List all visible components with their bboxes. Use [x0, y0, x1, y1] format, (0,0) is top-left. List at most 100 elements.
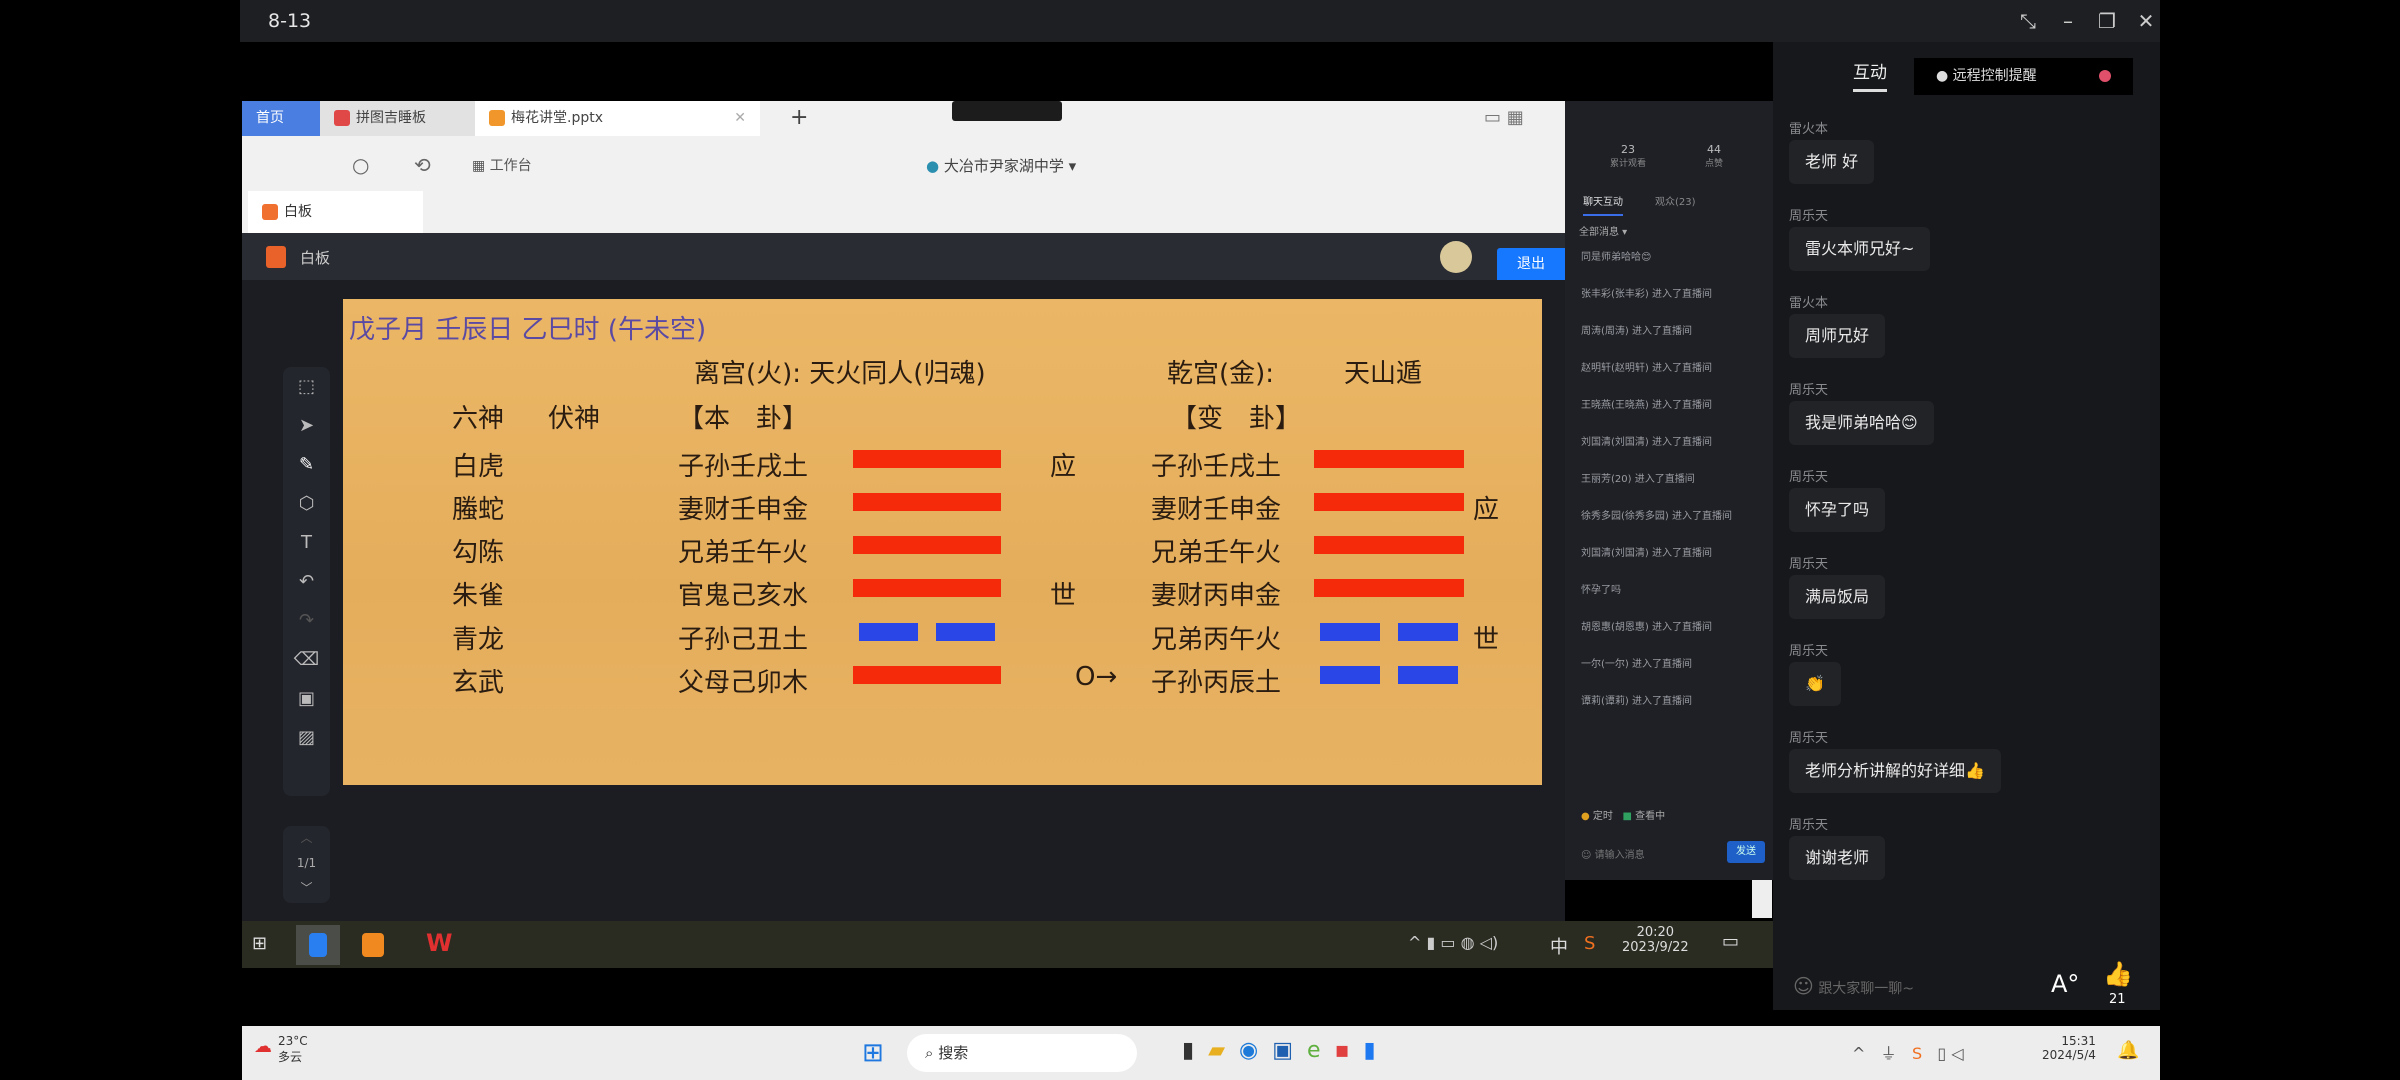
activity-item: 徐秀多园(徐秀多园) 进入了直播间	[1581, 511, 1732, 522]
app-icon[interactable]: ▪	[1335, 1038, 1350, 1063]
yang-line	[1314, 450, 1464, 468]
workspace-label: 工作台	[489, 158, 532, 174]
pen-icon[interactable]: ✎	[283, 445, 330, 484]
system-tray[interactable]: ^ ▮ ▭ ◍ ◁)	[1408, 933, 1498, 952]
avatar[interactable]	[1440, 241, 1472, 273]
notification-bell-icon[interactable]: 🔔	[2117, 1040, 2139, 1061]
wps-icon[interactable]: W	[426, 929, 452, 957]
ime-indicator[interactable]: 中	[1550, 933, 1568, 959]
task-view-icon[interactable]: ▮	[1182, 1038, 1194, 1063]
bian-yao: 兄弟壬午火	[1151, 538, 1282, 568]
slides-app-icon[interactable]	[362, 933, 384, 957]
close-tab-icon[interactable]: ✕	[734, 101, 746, 136]
undo-icon[interactable]: ↶	[283, 562, 330, 601]
remote-clock[interactable]: 20:20 2023/9/22	[1622, 925, 1689, 955]
whiteboard-tab[interactable]: 白板	[248, 191, 423, 233]
info-icon: ●	[1936, 68, 1949, 84]
tab-audience[interactable]: 观众(23)	[1655, 193, 1696, 208]
clock-time: 15:31	[2061, 1034, 2096, 1048]
activity-item: 赵明轩(赵明轩) 进入了直播间	[1581, 363, 1712, 374]
filter-dropdown[interactable]: 全部消息 ▾	[1579, 223, 1627, 238]
sogou-icon[interactable]: S	[1584, 933, 1595, 954]
redo-icon[interactable]: ↷	[283, 601, 330, 640]
shape-icon[interactable]: ⬚	[283, 367, 330, 406]
sender-name: 周乐天	[1789, 644, 1829, 659]
layout-icon[interactable]: ▭ ▦	[1484, 107, 1524, 128]
image-icon[interactable]: ▨	[283, 718, 330, 757]
col-fushen: 伏神	[548, 404, 601, 434]
send-button[interactable]: 发送	[1727, 841, 1765, 863]
new-tab-button[interactable]: +	[790, 105, 808, 130]
bian-yao: 兄弟丙午火	[1151, 625, 1282, 655]
select-icon[interactable]: ➤	[283, 406, 330, 445]
like-icon[interactable]: 👍	[2103, 960, 2133, 988]
yin-line-right	[936, 623, 995, 641]
activity-item: 怀孕了吗	[1581, 585, 1621, 596]
message-bubble: 老师 好	[1789, 140, 1875, 184]
yin-line-right	[1398, 623, 1458, 641]
input-placeholder: 请输入消息	[1594, 850, 1645, 861]
refresh-icon[interactable]: ○	[352, 153, 369, 177]
liushen: 玄武	[452, 668, 505, 698]
live-panel: 23 累计观看 44 点赞 聊天互动 观众(23) 全部消息 ▾ 同是师弟哈哈😊 张丰…	[1565, 101, 1773, 880]
weather-icon[interactable]: ☁	[254, 1036, 272, 1057]
chat-input[interactable]: ☺ 跟大家聊一聊~	[1793, 974, 1914, 998]
workspace-link[interactable]: ▦ 工作台	[472, 155, 532, 175]
tab-pptx[interactable]: 梅花讲堂.pptx ✕	[475, 101, 760, 136]
yang-line	[1314, 536, 1464, 554]
windows-start-icon[interactable]: ⊞	[252, 933, 267, 954]
minimize-icon[interactable]: –	[2055, 8, 2081, 34]
scrollbar[interactable]	[1752, 880, 1772, 918]
search-box[interactable]: ⌕ 搜索	[907, 1034, 1137, 1072]
slide-header: 戊子月 壬辰日 乙巳时 (午未空)	[349, 315, 707, 345]
clock-time: 20:20	[1636, 925, 1675, 940]
sender-name: 周乐天	[1789, 557, 1829, 572]
mid-chat-input[interactable]: ☺ 请输入消息	[1581, 846, 1645, 861]
remote-windows-taskbar: ⊞ W ^ ▮ ▭ ◍ ◁) 中 S 20:20 2023/9/22 ▭	[242, 921, 1773, 968]
bian-yao: 妻财丙申金	[1151, 581, 1282, 611]
clock[interactable]: 15:31 2024/5/4	[2042, 1034, 2096, 1062]
tab-chat[interactable]: 聊天互动	[1583, 193, 1623, 216]
ben-yao: 妻财壬申金	[678, 495, 809, 525]
next-page-icon[interactable]: ﹀	[283, 876, 330, 901]
restore-icon[interactable]: ❐	[2094, 8, 2120, 34]
text-icon[interactable]: T	[283, 523, 330, 562]
tab-home[interactable]: 首页	[242, 101, 320, 136]
exit-button[interactable]: 退出	[1497, 248, 1565, 280]
edge-icon[interactable]: ◉	[1239, 1038, 1258, 1063]
yang-line	[853, 666, 1001, 684]
app-browser-button[interactable]	[296, 925, 340, 965]
liushen: 青龙	[452, 625, 505, 655]
start-icon[interactable]: ⊞	[862, 1038, 884, 1068]
school-selector[interactable]: ● 大冶市尹家湖中学 ▾	[926, 155, 1076, 176]
emoji-icon[interactable]: ☺	[1793, 974, 1814, 998]
tab-whiteboard-app[interactable]: 拼图吉睡板	[320, 101, 475, 136]
font-size-button[interactable]: A°	[2051, 970, 2079, 998]
chat-message: 周乐天 怀孕了吗	[1789, 466, 2160, 553]
message-bubble: 我是师弟哈哈😊	[1789, 401, 1934, 445]
tab-interaction[interactable]: 互动	[1853, 58, 1887, 92]
browser-app-icon[interactable]: ▮	[1364, 1038, 1376, 1063]
yin-line-left	[1320, 623, 1380, 641]
activity-item: 同是师弟哈哈😊	[1581, 252, 1652, 263]
file-explorer-icon[interactable]: ▰	[1208, 1038, 1225, 1063]
yin-line-right	[1398, 666, 1458, 684]
remote-control-notice[interactable]: ● 远程控制提醒	[1914, 58, 2133, 95]
search-label: 搜索	[938, 1044, 969, 1062]
tray-icons[interactable]: ^ ⏚ S ▯ ◁	[1852, 1040, 1964, 1064]
history-icon[interactable]: ⟲	[414, 153, 431, 177]
toolbox-icon[interactable]: ▣	[283, 679, 330, 718]
shapes-icon[interactable]: ⬡	[283, 484, 330, 523]
prev-page-icon[interactable]: ︿	[283, 826, 330, 851]
ben-yao: 兄弟壬午火	[678, 538, 809, 568]
fullscreen-icon[interactable]: ⤡	[2015, 8, 2041, 34]
browser-icon	[309, 933, 327, 957]
eraser-icon[interactable]: ⌫	[283, 640, 330, 679]
bian-marker: 应	[1473, 495, 1500, 525]
store-icon[interactable]: ▣	[1272, 1038, 1293, 1063]
activity-item: 一尔(一尔) 进入了直播间	[1581, 659, 1692, 670]
ie-icon[interactable]: e	[1307, 1038, 1321, 1063]
notification-icon[interactable]: ▭	[1722, 931, 1739, 952]
close-icon[interactable]: ✕	[2133, 8, 2159, 34]
message-bubble: 老师分析讲解的好详细👍	[1789, 749, 2001, 793]
